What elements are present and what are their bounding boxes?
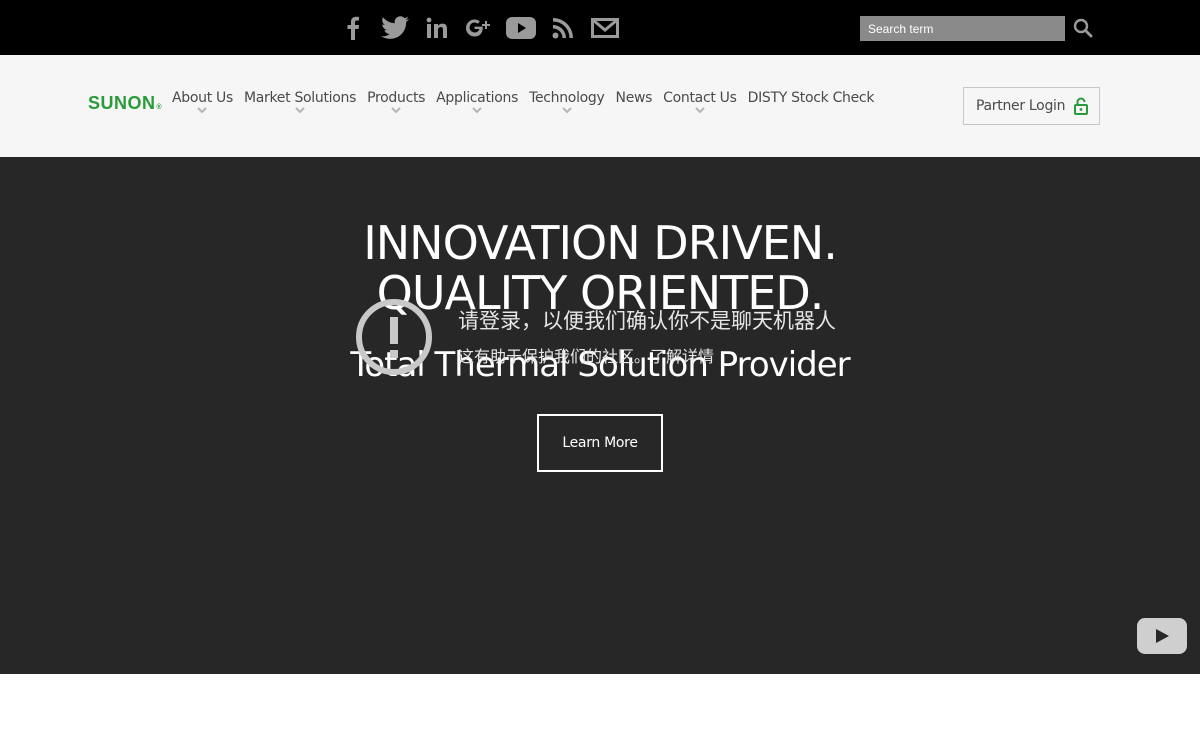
chevron-down-icon xyxy=(172,107,233,119)
notice-heading: 请登录，以便我们确认你不是聊天机器人 xyxy=(458,309,836,333)
chevron-down-icon xyxy=(244,107,356,119)
lock-icon xyxy=(1074,97,1089,115)
registered-mark: ® xyxy=(156,104,163,111)
nav-item-applications[interactable]: Applications xyxy=(436,90,518,119)
learn-more-button[interactable]: Learn More xyxy=(537,414,663,472)
chevron-down-icon xyxy=(663,107,736,119)
nav-label: Technology xyxy=(529,90,605,106)
twitter-icon[interactable] xyxy=(380,13,410,43)
nav-item-market-solutions[interactable]: Market Solutions xyxy=(244,90,356,119)
google-plus-icon[interactable] xyxy=(464,13,494,43)
nav-item-disty-stock-check[interactable]: DISTY Stock Check xyxy=(748,90,875,119)
nav-item-about-us[interactable]: About Us xyxy=(172,90,233,119)
nav-item-contact-us[interactable]: Contact Us xyxy=(663,90,737,119)
partner-login-label: Partner Login xyxy=(976,98,1066,114)
notice-text: 这有助于保护我们的社区。了解详情 xyxy=(458,343,714,367)
main-nav: About Us Market Solutions Products Appli… xyxy=(172,90,885,119)
search-icon[interactable] xyxy=(1073,18,1095,40)
email-icon[interactable] xyxy=(590,13,620,43)
site-header: SUNON® About Us Market Solutions Product… xyxy=(0,55,1200,157)
rss-icon[interactable] xyxy=(548,13,578,43)
search-input[interactable] xyxy=(860,16,1065,41)
chevron-down-icon xyxy=(367,107,425,119)
nav-label: Products xyxy=(367,90,426,106)
learn-details-link[interactable]: 了解详情 xyxy=(650,347,714,366)
nav-item-technology[interactable]: Technology xyxy=(529,90,605,119)
hero-banner: INNOVATION DRIVEN. QUALITY ORIENTED. Tot… xyxy=(0,157,1200,674)
facebook-icon[interactable] xyxy=(338,13,368,43)
chevron-down-icon xyxy=(529,107,604,119)
linkedin-icon[interactable] xyxy=(422,13,452,43)
nav-label: About Us xyxy=(172,90,233,106)
logo-text: SUNON xyxy=(88,93,156,113)
youtube-play-button[interactable] xyxy=(1137,618,1187,654)
nav-label: Market Solutions xyxy=(243,90,357,106)
nav-label: DISTY Stock Check xyxy=(747,90,875,106)
nav-label: News xyxy=(615,90,653,106)
partner-login-button[interactable]: Partner Login xyxy=(963,87,1100,125)
youtube-icon[interactable] xyxy=(506,13,536,43)
chevron-down-icon xyxy=(436,107,518,119)
nav-item-products[interactable]: Products xyxy=(367,90,425,119)
nav-item-news[interactable]: News xyxy=(616,90,653,119)
nav-label: Applications xyxy=(436,90,519,106)
notice-text-prefix: 这有助于保护我们的社区。 xyxy=(458,347,651,366)
warning-icon xyxy=(356,299,432,375)
sunon-logo[interactable]: SUNON® xyxy=(88,93,162,114)
hero-title-line1: INNOVATION DRIVEN. xyxy=(363,216,838,270)
social-links xyxy=(338,12,632,44)
nav-label: Contact Us xyxy=(663,90,737,106)
top-bar xyxy=(0,0,1200,55)
